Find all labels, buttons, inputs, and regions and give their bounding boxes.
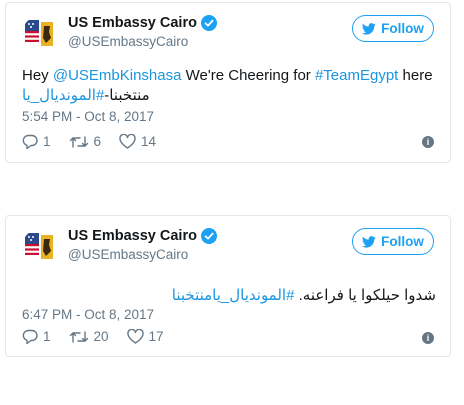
retweet-count: 20: [93, 329, 109, 344]
twitter-bird-icon: [362, 235, 376, 248]
like-icon: [119, 134, 136, 149]
twitter-bird-icon: [362, 22, 376, 35]
retweet-icon: [69, 330, 88, 343]
text-prefix: Hey: [22, 67, 53, 84]
arabic-text: شدوا حيلكوا يا فراعنه.: [294, 287, 436, 304]
follow-button[interactable]: Follow: [352, 15, 434, 42]
reply-count: 1: [43, 134, 51, 149]
like-button[interactable]: 14: [119, 134, 156, 149]
tweet-actions: 1 6 14: [22, 134, 174, 149]
author-name-text[interactable]: US Embassy Cairo: [68, 15, 197, 31]
tweet-actions: 1 20 17: [22, 329, 182, 344]
author-handle[interactable]: @USEmbassyCairo: [68, 247, 188, 262]
reply-button[interactable]: 1: [22, 134, 51, 149]
reply-icon: [22, 134, 38, 149]
tweet-card[interactable]: US Embassy Cairo @USEmbassyCairo Follow …: [5, 2, 451, 163]
tweet-card[interactable]: US Embassy Cairo @USEmbassyCairo Follow …: [5, 215, 451, 357]
author-name-text[interactable]: US Embassy Cairo: [68, 228, 197, 244]
retweet-button[interactable]: 6: [69, 134, 102, 149]
like-count: 17: [148, 329, 164, 344]
timestamp-link[interactable]: 6:47 PM - Oct 8, 2017: [22, 307, 154, 322]
retweet-icon: [69, 135, 88, 148]
avatar[interactable]: [22, 229, 58, 265]
reply-icon: [22, 329, 38, 344]
reply-count: 1: [43, 329, 51, 344]
like-count: 14: [141, 134, 157, 149]
retweet-button[interactable]: 20: [69, 329, 109, 344]
hashtag-link[interactable]: #TeamEgypt: [315, 67, 398, 84]
arabic-text: منتخبنا-: [104, 87, 150, 104]
text-suffix: here: [398, 67, 433, 84]
mention-link[interactable]: @USEmbKinshasa: [53, 67, 182, 84]
follow-label: Follow: [381, 21, 424, 36]
info-icon[interactable]: i: [422, 136, 434, 148]
follow-label: Follow: [381, 234, 424, 249]
tweet-text: شدوا حيلكوا يا فراعنه. #المونديال_يامنتخ…: [22, 286, 436, 306]
arabic-hashtag-link[interactable]: #المونديال_يامنتخبنا: [172, 287, 295, 304]
embassy-seal-icon: [22, 229, 58, 265]
follow-button[interactable]: Follow: [352, 228, 434, 255]
like-button[interactable]: 17: [126, 329, 164, 344]
timestamp-link[interactable]: 5:54 PM - Oct 8, 2017: [22, 109, 154, 124]
author-name[interactable]: US Embassy Cairo: [68, 228, 217, 244]
tweet-text: Hey @USEmbKinshasa We're Cheering for #T…: [22, 66, 436, 106]
embassy-seal-icon: [22, 16, 58, 52]
author-handle[interactable]: @USEmbassyCairo: [68, 34, 188, 49]
retweet-count: 6: [93, 134, 102, 149]
info-icon[interactable]: i: [422, 332, 434, 344]
text-middle: We're Cheering for: [181, 67, 315, 84]
verified-badge-icon: [200, 15, 217, 31]
verified-badge-icon: [200, 228, 217, 244]
reply-button[interactable]: 1: [22, 329, 51, 344]
like-icon: [126, 329, 144, 344]
arabic-hashtag-link[interactable]: #المونديال_يا: [22, 87, 104, 104]
author-name[interactable]: US Embassy Cairo: [68, 15, 217, 31]
avatar[interactable]: [22, 16, 58, 52]
